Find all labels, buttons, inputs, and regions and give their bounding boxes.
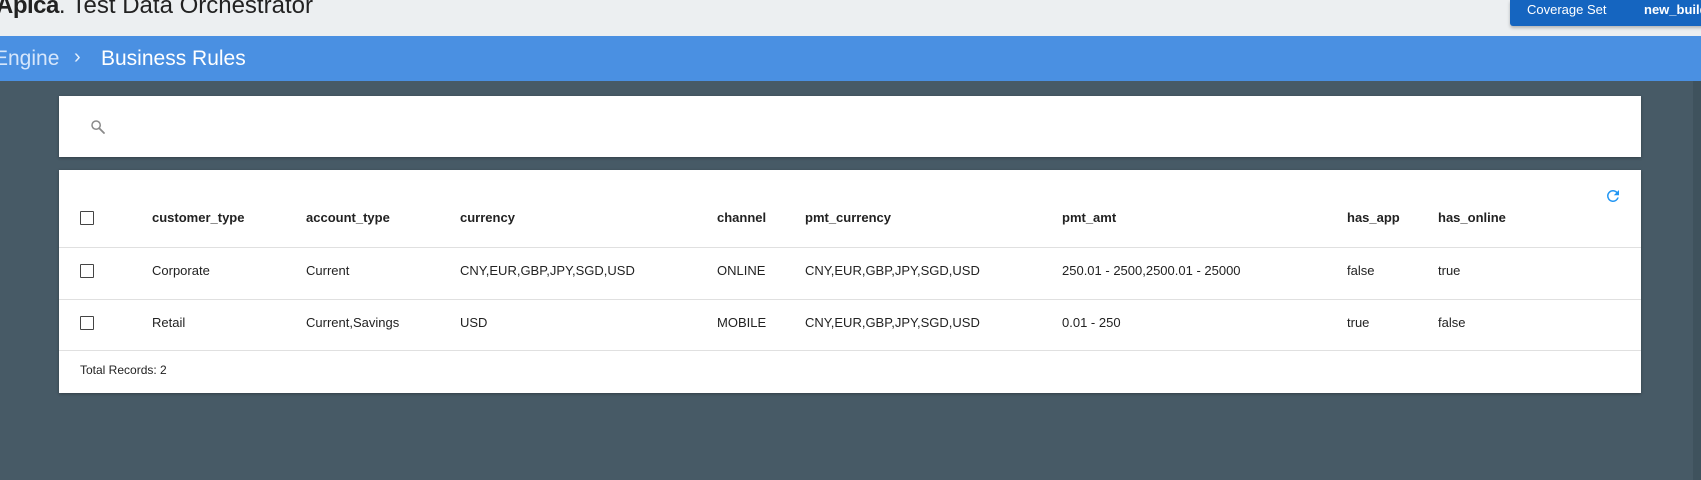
table-row[interactable]: Retail Current,Savings USD MOBILE CNY,EU… — [59, 299, 1641, 351]
business-rules-table: customer_type account_type currency chan… — [59, 170, 1641, 393]
row-checkbox[interactable] — [80, 316, 94, 330]
chevron-right-icon: › — [74, 46, 81, 68]
top-header: Apica. Test Data Orchestrator Coverage Se… — [0, 0, 1701, 36]
column-header-has-app[interactable]: has_app — [1347, 195, 1400, 247]
brand: Apica. Test Data Orchestrator — [0, 0, 313, 20]
cell-pmt-amt: 0.01 - 250 — [1062, 315, 1121, 330]
coverage-set-label: Coverage Set — [1527, 2, 1607, 17]
cell-has-app: true — [1347, 315, 1370, 330]
search-input[interactable] — [119, 111, 1599, 141]
column-header-pmt-currency[interactable]: pmt_currency — [805, 195, 891, 247]
cell-has-online: false — [1438, 315, 1466, 330]
coverage-set-selector[interactable]: Coverage Set new_build — [1510, 0, 1701, 26]
search-icon — [91, 120, 105, 134]
cell-currency: USD — [460, 315, 488, 330]
scrollbar[interactable] — [1693, 81, 1701, 480]
table-row[interactable]: Corporate Current CNY,EUR,GBP,JPY,SGD,US… — [59, 247, 1641, 299]
cell-has-app: false — [1347, 263, 1375, 278]
column-header-currency[interactable]: currency — [460, 195, 515, 247]
column-header-has-online[interactable]: has_online — [1438, 195, 1506, 247]
logo: Apica — [0, 0, 59, 19]
breadcrumb: Engine › Business Rules — [0, 36, 1701, 81]
total-records: Total Records: 2 — [80, 363, 167, 377]
column-header-pmt-amt[interactable]: pmt_amt — [1062, 195, 1116, 247]
row-checkbox[interactable] — [80, 264, 94, 278]
cell-account-type: Current — [306, 263, 350, 278]
cell-channel: ONLINE — [717, 263, 766, 278]
select-all-checkbox[interactable] — [80, 211, 94, 225]
column-header-customer-type[interactable]: customer_type — [152, 195, 244, 247]
cell-pmt-currency: CNY,EUR,GBP,JPY,SGD,USD — [805, 263, 980, 278]
coverage-set-value[interactable]: new_build — [1644, 2, 1701, 17]
cell-customer-type: Retail — [152, 315, 186, 330]
cell-has-online: true — [1438, 263, 1461, 278]
cell-pmt-currency: CNY,EUR,GBP,JPY,SGD,USD — [805, 315, 980, 330]
cell-account-type: Current,Savings — [306, 315, 400, 330]
column-header-channel[interactable]: channel — [717, 195, 766, 247]
breadcrumb-engine-link[interactable]: Engine — [0, 47, 59, 71]
cell-currency: CNY,EUR,GBP,JPY,SGD,USD — [460, 263, 635, 278]
table-header-row: customer_type account_type currency chan… — [59, 195, 1641, 247]
app-title: Test Data Orchestrator — [71, 0, 313, 19]
cell-channel: MOBILE — [717, 315, 767, 330]
logo-dot: . — [58, 0, 66, 19]
cell-pmt-amt: 250.01 - 2500,2500.01 - 25000 — [1062, 263, 1241, 278]
cell-customer-type: Corporate — [152, 263, 210, 278]
column-header-account-type[interactable]: account_type — [306, 195, 390, 247]
search-card — [59, 96, 1641, 157]
page-title: Business Rules — [101, 47, 246, 70]
